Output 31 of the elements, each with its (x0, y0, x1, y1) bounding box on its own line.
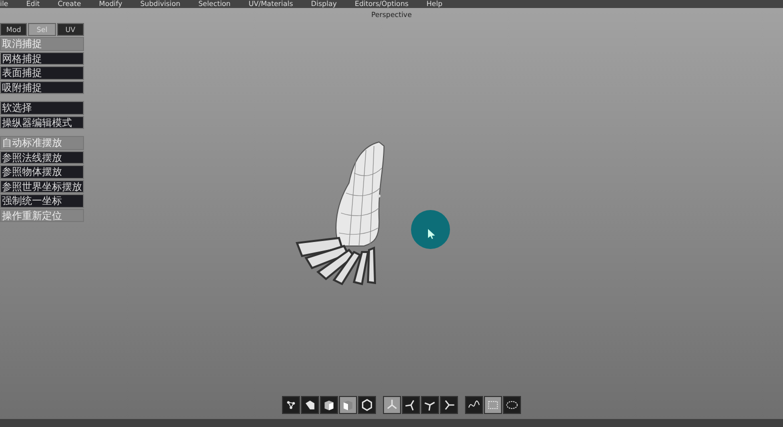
cube-face-icon (341, 398, 355, 412)
axis-icon (385, 398, 399, 412)
toolbar-button[interactable] (320, 396, 338, 414)
toolbar-button[interactable] (383, 396, 401, 414)
toolbar-button[interactable] (421, 396, 439, 414)
panel-button[interactable]: 强制统一坐标 (0, 194, 84, 208)
cursor-icon (428, 229, 435, 239)
panel-button[interactable]: 网格捕捉 (0, 52, 84, 65)
toolbar-button[interactable] (358, 396, 376, 414)
panel-button[interactable]: 参照世界坐标摆放 (0, 180, 84, 193)
toolbar-button[interactable] (339, 396, 357, 414)
toolbar-button[interactable] (440, 396, 458, 414)
toolbar-button[interactable] (465, 396, 483, 414)
hexagon-icon (360, 398, 374, 412)
panel-button[interactable]: 参照物体摆放 (0, 165, 84, 178)
axis-object-icon (442, 398, 456, 412)
toolbar-button[interactable] (503, 396, 521, 414)
panel-button[interactable]: 操纵器编辑模式 (0, 116, 84, 129)
toolbar-button[interactable] (402, 396, 420, 414)
toolbar-button[interactable] (282, 396, 300, 414)
panel-button[interactable]: 表面捕捉 (0, 66, 84, 80)
marquee-icon (486, 398, 500, 412)
panel-button[interactable]: 参照法线摆放 (0, 150, 84, 164)
cube-icon (322, 398, 336, 412)
vertex-icon (284, 398, 298, 412)
panel-button[interactable]: 吸附捕捉 (0, 80, 84, 94)
toolbar-button[interactable] (301, 396, 319, 414)
lasso-icon (505, 398, 519, 412)
panel-button[interactable]: 软选择 (0, 101, 84, 114)
toolbar-button[interactable] (484, 396, 502, 414)
cursor-highlight (411, 210, 450, 249)
